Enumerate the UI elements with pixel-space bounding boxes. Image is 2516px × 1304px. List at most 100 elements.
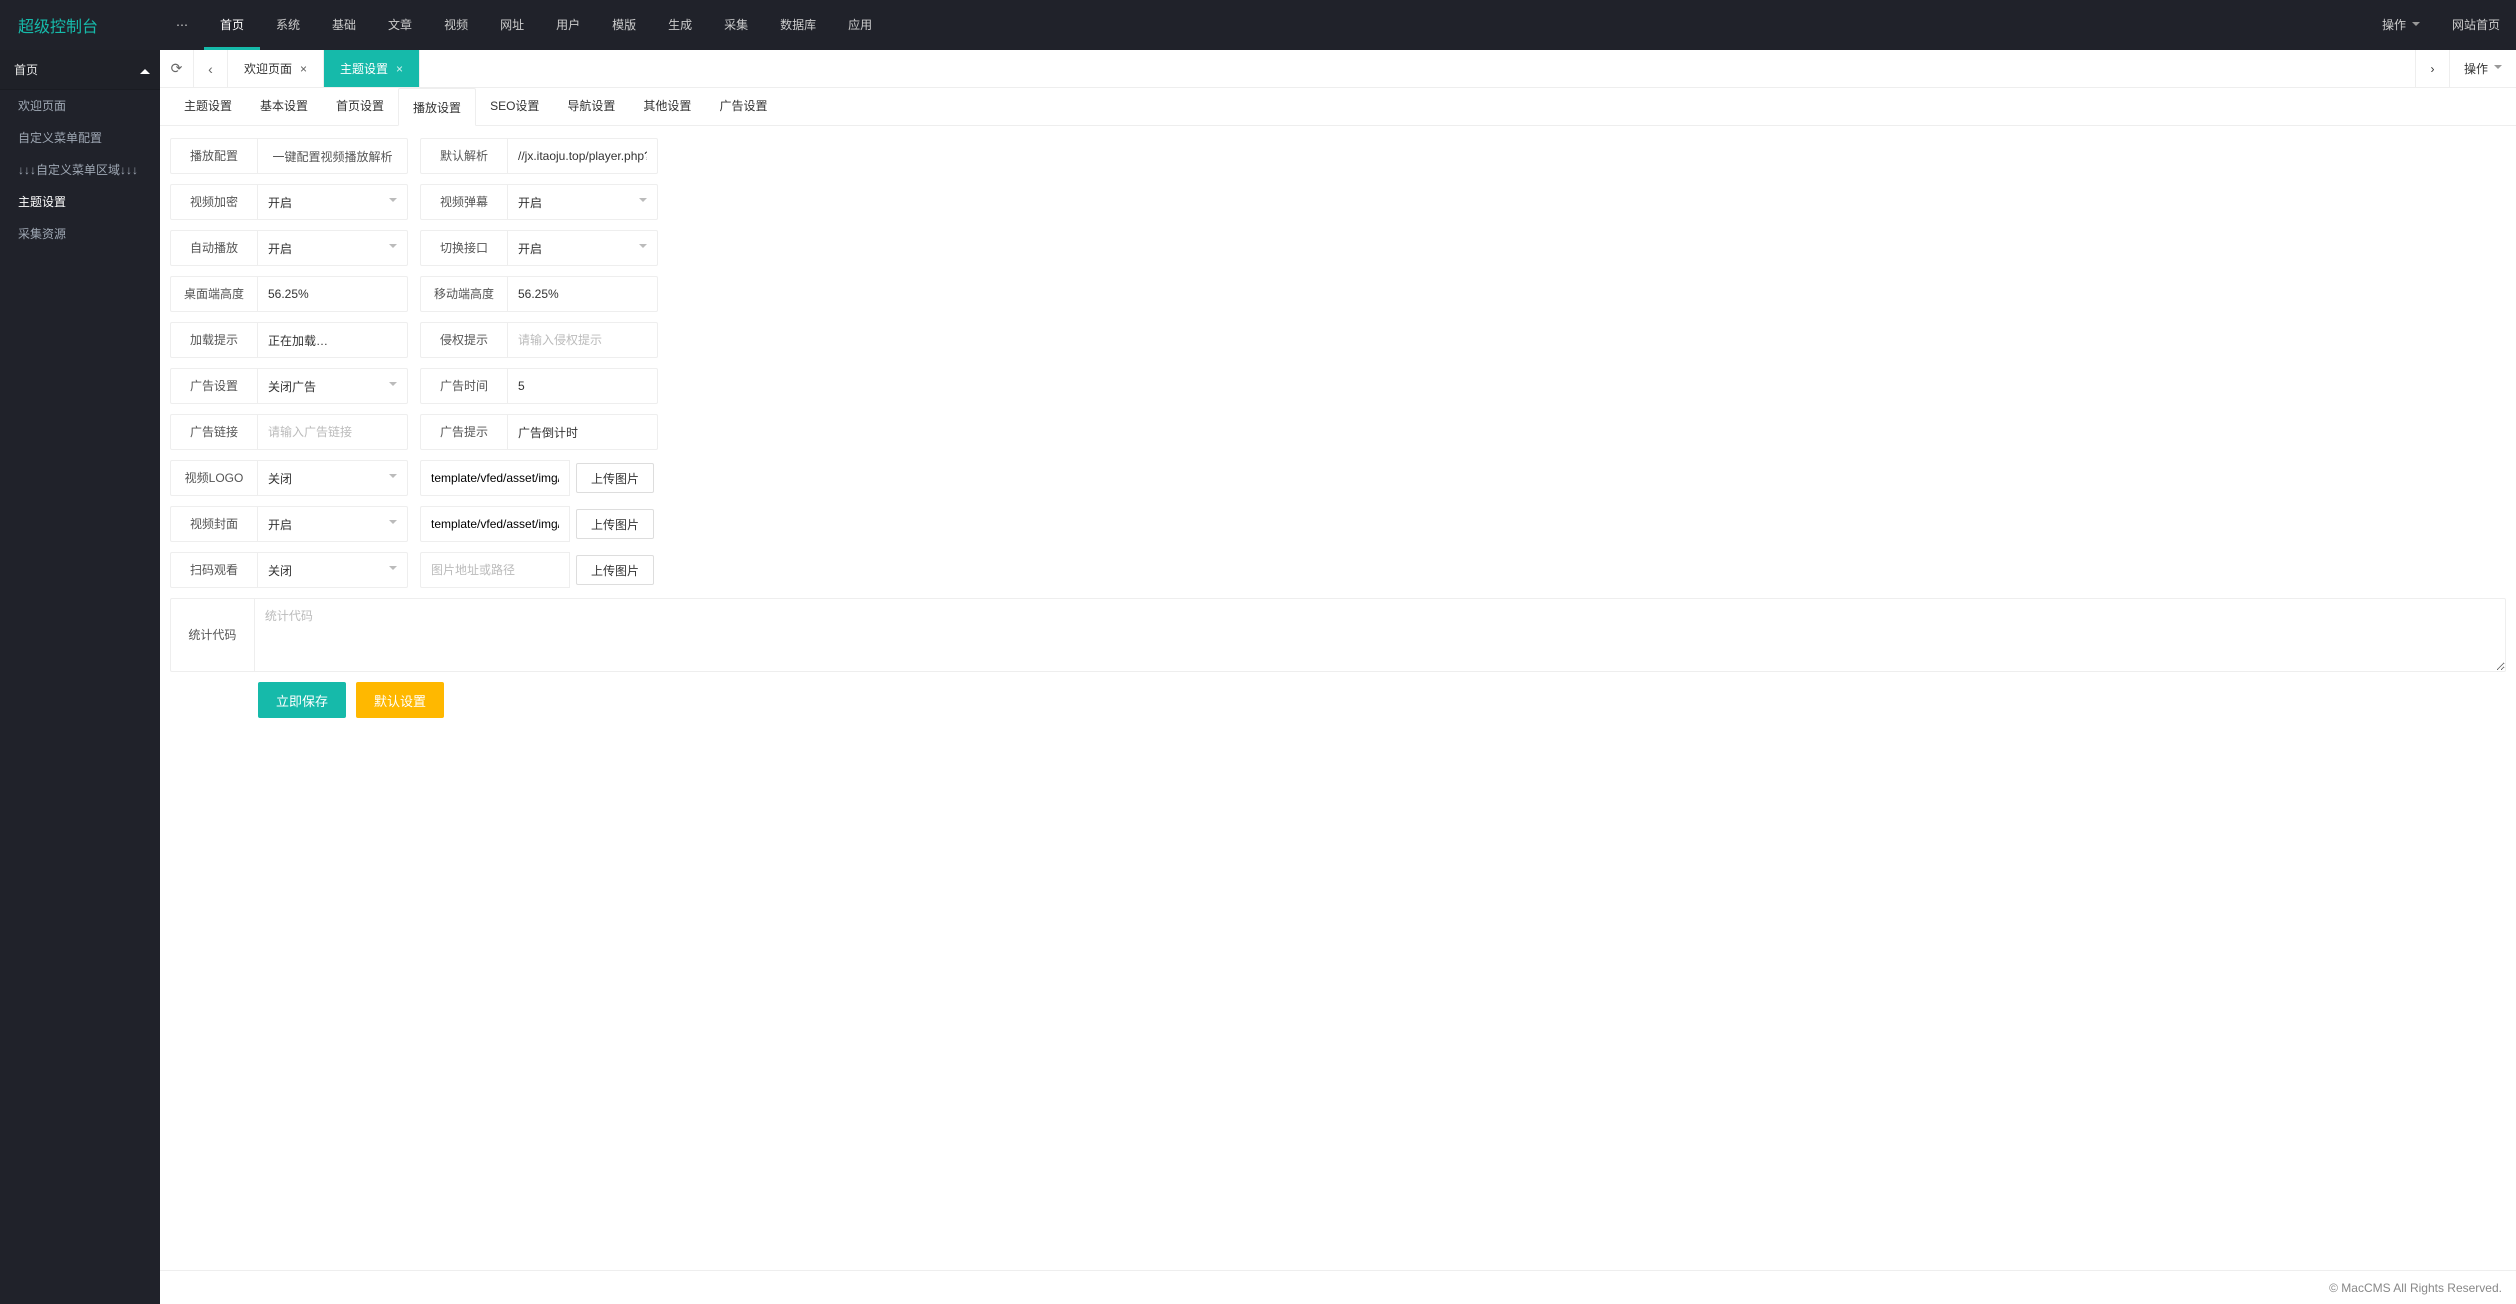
tab-play[interactable]: 播放设置 [398, 88, 476, 126]
video-logo-select[interactable]: 关闭 [258, 460, 408, 496]
sidebar-group-label: 首页 [14, 63, 38, 77]
sidebar-item-theme[interactable]: 主题设置 [0, 186, 160, 218]
label-video-cover: 视频封面 [170, 506, 258, 542]
loading-tip-input[interactable] [258, 322, 408, 358]
label-switch-interface: 切换接口 [420, 230, 508, 266]
infringe-tip-input[interactable] [508, 322, 658, 358]
video-encrypt-select[interactable]: 开启 [258, 184, 408, 220]
scan-upload-button[interactable]: 上传图片 [576, 555, 654, 585]
label-desktop-height: 桌面端高度 [170, 276, 258, 312]
tab-prev-icon[interactable]: ‹ [194, 50, 228, 87]
tab-seo[interactable]: SEO设置 [476, 87, 553, 125]
chevron-down-icon [389, 244, 397, 252]
page-tab-label: 欢迎页面 [244, 60, 292, 77]
settings-tabs: 主题设置 基本设置 首页设置 播放设置 SEO设置 导航设置 其他设置 广告设置 [160, 88, 2516, 126]
scan-path-input[interactable] [420, 552, 570, 588]
page-tabbar: ⟳ ‹ 欢迎页面 × 主题设置 × › 操作 [160, 50, 2516, 88]
label-video-encrypt: 视频加密 [170, 184, 258, 220]
chevron-down-icon [389, 382, 397, 390]
nav-generate[interactable]: 生成 [652, 0, 708, 50]
logo: 超级控制台 [0, 13, 160, 37]
label-mobile-height: 移动端高度 [420, 276, 508, 312]
nav-database[interactable]: 数据库 [764, 0, 832, 50]
label-loading-tip: 加载提示 [170, 322, 258, 358]
header-site-home[interactable]: 网站首页 [2436, 0, 2516, 50]
chevron-down-icon [389, 198, 397, 206]
tab-other[interactable]: 其他设置 [629, 87, 705, 125]
mobile-height-input[interactable] [508, 276, 658, 312]
tab-nav[interactable]: 导航设置 [553, 87, 629, 125]
sidebar-group-home[interactable]: 首页 [0, 50, 160, 90]
label-default-parse: 默认解析 [420, 138, 508, 174]
tab-refresh-icon[interactable]: ⟳ [160, 50, 194, 87]
tab-theme[interactable]: 主题设置 [170, 87, 246, 125]
nav-url[interactable]: 网址 [484, 0, 540, 50]
chevron-down-icon [2494, 65, 2502, 73]
page-tab-theme[interactable]: 主题设置 × [324, 50, 420, 87]
tab-basic[interactable]: 基本设置 [246, 87, 322, 125]
tab-ad[interactable]: 广告设置 [705, 87, 781, 125]
chevron-down-icon [389, 520, 397, 528]
reset-button[interactable]: 默认设置 [356, 682, 444, 718]
video-cover-path-input[interactable] [420, 506, 570, 542]
top-nav: ⋯ 首页 系统 基础 文章 视频 网址 用户 模版 生成 采集 数据库 应用 [160, 0, 2366, 50]
label-auto-play: 自动播放 [170, 230, 258, 266]
switch-interface-select[interactable]: 开启 [508, 230, 658, 266]
page-tab-welcome[interactable]: 欢迎页面 × [228, 50, 324, 87]
label-ad-link: 广告链接 [170, 414, 258, 450]
chevron-down-icon [389, 474, 397, 482]
nav-video[interactable]: 视频 [428, 0, 484, 50]
nav-system[interactable]: 系统 [260, 0, 316, 50]
page-tab-label: 主题设置 [340, 60, 388, 77]
label-play-config: 播放配置 [170, 138, 258, 174]
sidebar-item-custom-menu[interactable]: 自定义菜单配置 [0, 122, 160, 154]
nav-app[interactable]: 应用 [832, 0, 888, 50]
auto-play-select[interactable]: 开启 [258, 230, 408, 266]
stat-code-textarea[interactable] [255, 598, 2506, 672]
tab-next-icon[interactable]: › [2415, 50, 2449, 87]
tab-ops[interactable]: 操作 [2449, 50, 2516, 87]
ad-time-input[interactable] [508, 368, 658, 404]
chevron-up-icon [140, 64, 150, 74]
ad-link-input[interactable] [258, 414, 408, 450]
sidebar-item-welcome[interactable]: 欢迎页面 [0, 90, 160, 122]
sidebar: 首页 欢迎页面 自定义菜单配置 ↓↓↓自定义菜单区域↓↓↓ 主题设置 采集资源 [0, 50, 160, 1304]
nav-user[interactable]: 用户 [540, 0, 596, 50]
chevron-down-icon [389, 566, 397, 574]
label-scan-watch: 扫码观看 [170, 552, 258, 588]
ad-tip-input[interactable] [508, 414, 658, 450]
copyright: © MacCMS All Rights Reserved. [2329, 1281, 2502, 1295]
ad-setting-select[interactable]: 关闭广告 [258, 368, 408, 404]
chevron-down-icon [639, 244, 647, 252]
label-ad-time: 广告时间 [420, 368, 508, 404]
video-cover-upload-button[interactable]: 上传图片 [576, 509, 654, 539]
nav-collect[interactable]: 采集 [708, 0, 764, 50]
nav-more-icon[interactable]: ⋯ [160, 0, 204, 50]
save-button[interactable]: 立即保存 [258, 682, 346, 718]
one-click-config-button[interactable]: 一键配置视频播放解析 [258, 138, 408, 174]
close-icon[interactable]: × [396, 62, 403, 76]
header-ops[interactable]: 操作 [2366, 0, 2436, 50]
main: ⟳ ‹ 欢迎页面 × 主题设置 × › 操作 主题设置 基本设置 首页设置 播放… [160, 50, 2516, 1304]
footer: © MacCMS All Rights Reserved. [160, 1270, 2516, 1304]
video-cover-select[interactable]: 开启 [258, 506, 408, 542]
label-video-popup: 视频弹幕 [420, 184, 508, 220]
default-parse-input[interactable] [508, 138, 658, 174]
video-logo-upload-button[interactable]: 上传图片 [576, 463, 654, 493]
close-icon[interactable]: × [300, 62, 307, 76]
chevron-down-icon [2412, 22, 2420, 30]
form-content: 播放配置 一键配置视频播放解析 默认解析 视频加密 开启 视频弹幕 开启 [160, 126, 2516, 1270]
nav-home[interactable]: 首页 [204, 0, 260, 50]
video-logo-path-input[interactable] [420, 460, 570, 496]
sidebar-item-custom-menu-zone[interactable]: ↓↓↓自定义菜单区域↓↓↓ [0, 154, 160, 186]
nav-template[interactable]: 模版 [596, 0, 652, 50]
nav-article[interactable]: 文章 [372, 0, 428, 50]
desktop-height-input[interactable] [258, 276, 408, 312]
video-popup-select[interactable]: 开启 [508, 184, 658, 220]
label-video-logo: 视频LOGO [170, 460, 258, 496]
header-right: 操作 网站首页 [2366, 0, 2516, 50]
sidebar-item-collect[interactable]: 采集资源 [0, 218, 160, 250]
nav-basic[interactable]: 基础 [316, 0, 372, 50]
tab-index[interactable]: 首页设置 [322, 87, 398, 125]
scan-watch-select[interactable]: 关闭 [258, 552, 408, 588]
